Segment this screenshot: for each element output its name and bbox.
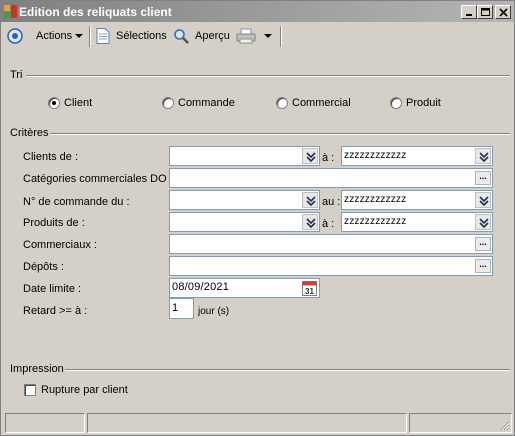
print-menu-button[interactable] (236, 26, 273, 46)
radio-client[interactable]: Client (48, 96, 92, 110)
browse-button[interactable]: ... (475, 171, 491, 185)
clients-label: Clients de : (23, 151, 79, 163)
produits-from-combo[interactable] (169, 212, 320, 232)
rupture-checkbox[interactable]: Rupture par client (24, 384, 128, 396)
categories-field[interactable]: ... (169, 168, 493, 188)
minimize-icon (466, 14, 472, 16)
calendar-button[interactable]: 31 (302, 280, 317, 296)
combo-dropdown-button[interactable] (302, 192, 318, 208)
tri-group-title: Tri (10, 69, 23, 81)
browse-button[interactable]: ... (475, 259, 491, 273)
produits-label: Produits de : (23, 217, 85, 229)
chevron-down-icon (75, 34, 84, 38)
window: Edition des reliquats client Actions Sél… (0, 0, 515, 436)
close-icon (499, 8, 508, 17)
magnifier-icon (174, 28, 189, 44)
combo-dropdown-button[interactable] (475, 214, 491, 230)
toolbar-separator (89, 26, 91, 47)
app-icon (4, 5, 17, 18)
title-bar: Edition des reliquats client (1, 1, 514, 22)
toolbar: Actions Sélections Aperçu (1, 22, 514, 50)
radio-produit-label: Produit (406, 97, 441, 109)
combo-dropdown-button[interactable] (302, 214, 318, 230)
radio-commande-label: Commande (178, 97, 235, 109)
resize-grip-icon[interactable] (498, 419, 510, 431)
impression-group-title: Impression (10, 363, 64, 375)
double-chevron-down-icon (306, 196, 316, 206)
commande-connector: au : (322, 196, 341, 208)
double-chevron-down-icon (306, 218, 316, 228)
selections-button[interactable]: Sélections (96, 26, 167, 46)
actions-label: Actions (36, 30, 73, 42)
clients-connector: à : (322, 152, 335, 164)
criteres-group-title: Critères (10, 127, 49, 139)
rupture-label: Rupture par client (41, 384, 128, 396)
window-title: Edition des reliquats client (19, 5, 172, 19)
actions-menu-button[interactable]: Actions (6, 26, 84, 46)
commande-label: N° de commande du : (23, 196, 130, 208)
clients-to-combo[interactable]: zzzzzzzzzzzz (341, 146, 493, 166)
depots-label: Dépôts : (23, 261, 64, 273)
chevron-down-icon (264, 34, 272, 38)
maximize-button[interactable] (477, 5, 493, 19)
minimize-button[interactable] (461, 5, 477, 19)
commerciaux-field[interactable]: ... (169, 234, 493, 254)
printer-icon (236, 28, 256, 44)
radio-client-label: Client (64, 97, 93, 109)
depots-field[interactable]: ... (169, 256, 493, 276)
group-divider (50, 133, 510, 135)
commande-to-combo[interactable]: zzzzzzzzzzzz (341, 190, 493, 210)
produits-connector: à : (322, 218, 335, 230)
browse-button[interactable]: ... (475, 237, 491, 251)
document-icon (96, 28, 110, 44)
commande-from-combo[interactable] (169, 190, 320, 210)
group-divider (26, 75, 510, 77)
clients-from-combo[interactable] (169, 146, 320, 166)
status-bar (3, 413, 512, 433)
retard-unit: jour (s) (198, 306, 230, 317)
svg-text:31: 31 (305, 287, 314, 296)
group-divider (65, 369, 510, 371)
combo-dropdown-button[interactable] (475, 192, 491, 208)
double-chevron-down-icon (479, 152, 489, 162)
double-chevron-down-icon (479, 196, 489, 206)
retard-label: Retard >= à : (23, 305, 88, 317)
date-limite-label: Date limite : (23, 283, 82, 295)
radio-produit[interactable]: Produit (390, 96, 441, 110)
target-icon (7, 28, 23, 44)
combo-dropdown-button[interactable] (302, 148, 318, 164)
status-panel (409, 413, 512, 433)
combo-dropdown-button[interactable] (475, 148, 491, 164)
produits-to-combo[interactable]: zzzzzzzzzzzz (341, 212, 493, 232)
radio-commercial[interactable]: Commercial (276, 96, 351, 110)
retard-field[interactable]: 1 (169, 298, 194, 319)
radio-commercial-label: Commercial (292, 97, 351, 109)
maximize-icon (481, 8, 490, 16)
radio-selected-dot (52, 101, 56, 105)
apercu-label: Aperçu (195, 30, 230, 42)
categories-label: Catégories commerciales DO : (23, 173, 173, 185)
calendar-icon: 31 (302, 281, 317, 296)
status-panel (5, 413, 85, 433)
double-chevron-down-icon (479, 218, 489, 228)
toolbar-separator (280, 26, 282, 47)
date-limite-field[interactable]: 08/09/2021 31 (169, 278, 320, 298)
double-chevron-down-icon (306, 152, 316, 162)
status-panel (87, 413, 407, 433)
radio-commande[interactable]: Commande (162, 96, 235, 110)
commerciaux-label: Commerciaux : (23, 239, 97, 251)
selections-label: Sélections (116, 30, 167, 42)
apercu-button[interactable]: Aperçu (173, 26, 230, 46)
close-button[interactable] (495, 5, 511, 19)
